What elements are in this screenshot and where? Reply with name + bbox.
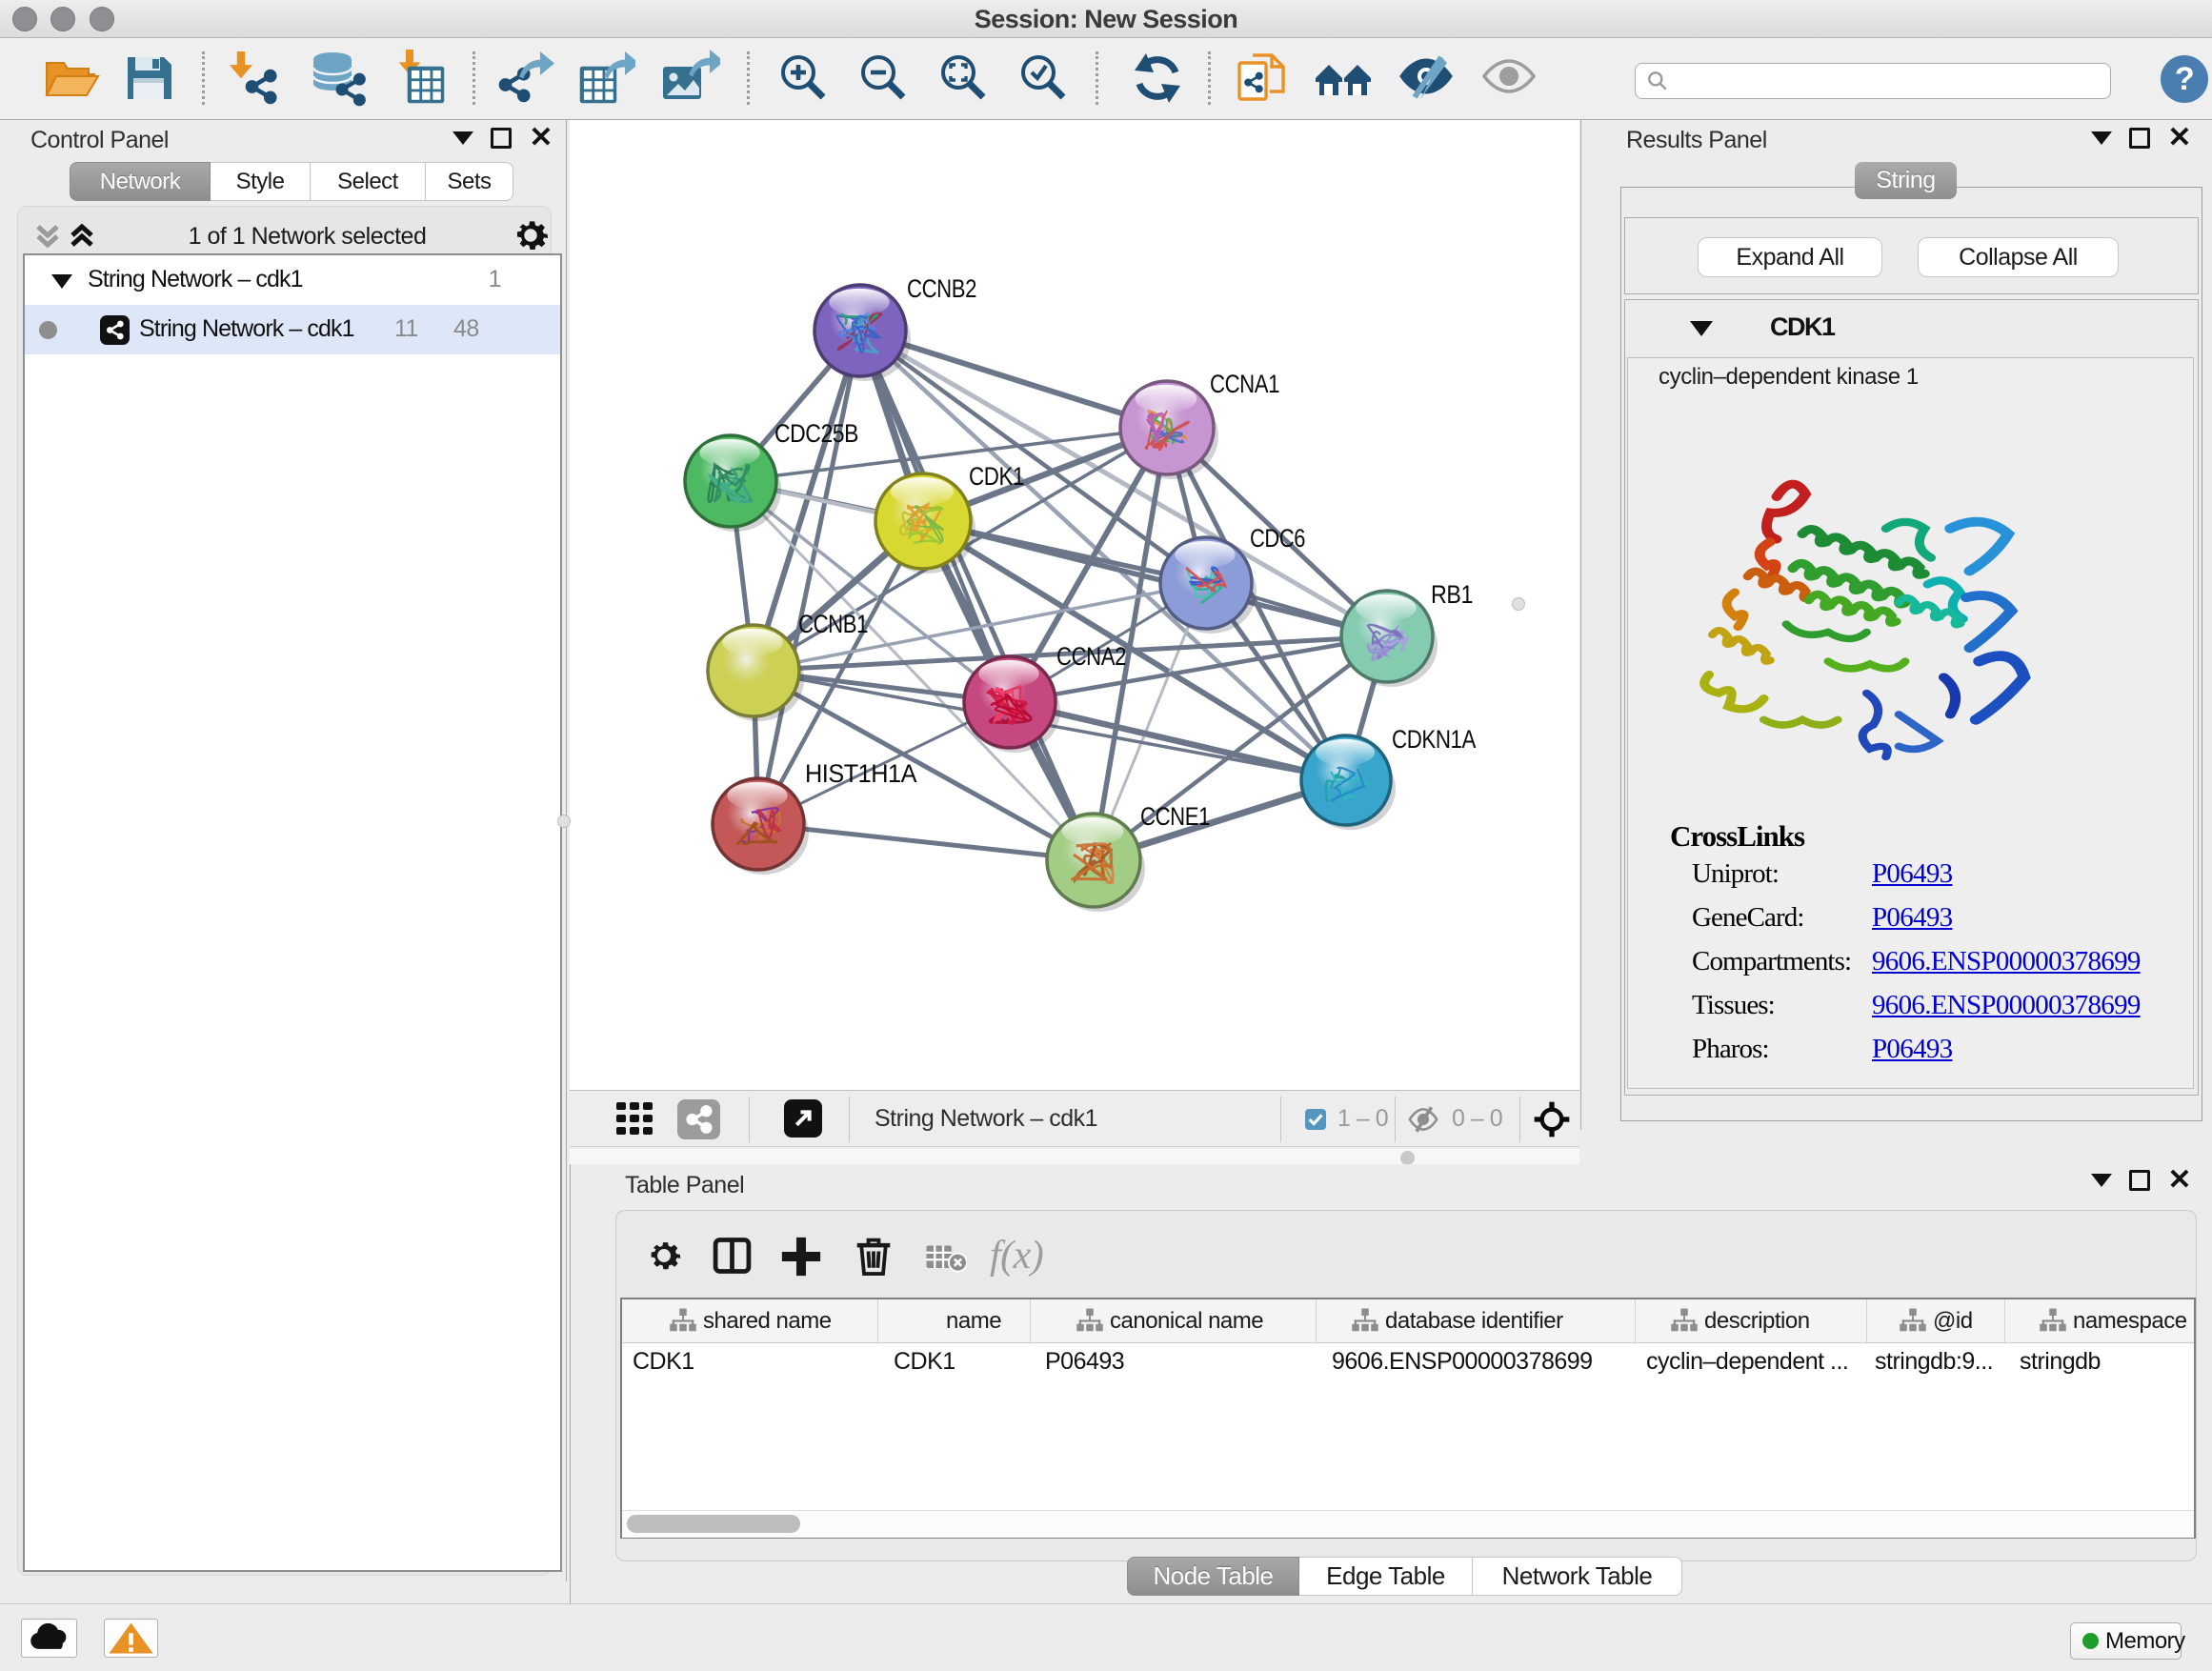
svg-text:CCNA2: CCNA2: [1056, 642, 1126, 671]
svg-text:HIST1H1A: HIST1H1A: [805, 759, 916, 788]
svg-text:CCNB1: CCNB1: [798, 610, 868, 638]
svg-text:CDC25B: CDC25B: [774, 419, 858, 448]
svg-text:CDC6: CDC6: [1250, 524, 1305, 553]
svg-text:RB1: RB1: [1431, 580, 1473, 609]
svg-text:CCNB2: CCNB2: [907, 274, 976, 303]
svg-text:CCNE1: CCNE1: [1140, 802, 1210, 831]
svg-text:CDK1: CDK1: [969, 462, 1024, 491]
svg-text:CDKN1A: CDKN1A: [1392, 725, 1476, 754]
svg-text:CCNA1: CCNA1: [1210, 370, 1279, 398]
